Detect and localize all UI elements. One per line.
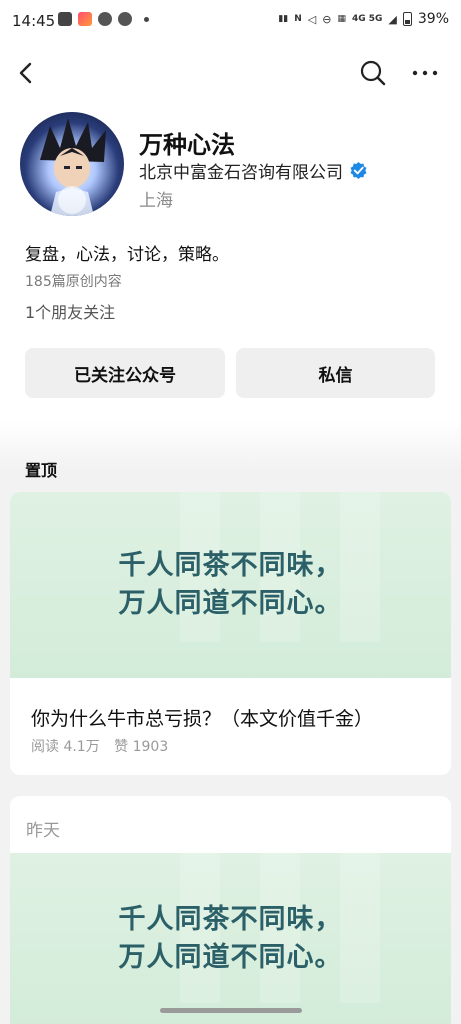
status-bar: 14:45 ▮▮ N ◁ ⊖ ▦ 4G 5G ◢ 39% — [0, 0, 461, 42]
cover-line-1: 千人同茶不同味， — [118, 903, 343, 935]
status-right-icons: ▮▮ N ◁ ⊖ ▦ 4G 5G ◢ 39% — [278, 11, 449, 27]
wechat-notification-icon — [118, 12, 132, 26]
more-notifications-dot — [144, 16, 149, 22]
dnd-icon: ⊖ — [322, 12, 332, 26]
status-time: 14:45 — [12, 12, 56, 30]
article-cover: 千人同茶不同味， 万人同道不同心。 — [10, 853, 451, 1024]
home-indicator[interactable] — [160, 1008, 302, 1013]
pinned-article-card[interactable]: 千人同茶不同味， 万人同道不同心。 你为什么牛市总亏损？（本文价值千金） 阅读 … — [10, 492, 451, 775]
cover-line-2: 万人同道不同心。 — [118, 941, 343, 973]
article-meta: 阅读 4.1万 赞 1903 — [31, 736, 168, 756]
avatar-illustration — [40, 118, 106, 216]
company-line[interactable]: 北京中富金石咨询有限公司 — [139, 158, 368, 183]
battery-text: 39% — [417, 11, 449, 27]
nfc-icon: N — [294, 13, 302, 24]
mute-icon: ◁ — [307, 12, 317, 26]
cover-line-2: 万人同道不同心。 — [118, 588, 343, 619]
article-cover: 千人同茶不同味， 万人同道不同心。 — [10, 492, 451, 678]
date-label: 昨天 — [26, 821, 60, 841]
chevron-left-icon — [19, 62, 32, 84]
nav-bar — [0, 52, 461, 96]
network-label: 4G 5G — [351, 13, 383, 24]
account-avatar[interactable] — [20, 112, 124, 216]
account-bio: 复盘，心法，讨论，策略。 — [25, 245, 229, 265]
pinned-section-label: 置顶 — [25, 461, 58, 480]
status-notification-icons — [58, 12, 149, 26]
search-button[interactable] — [358, 58, 388, 88]
friends-follow[interactable]: 1个朋友关注 — [25, 299, 115, 323]
recent-article-card[interactable]: 昨天 千人同茶不同味， 万人同道不同心。 — [10, 796, 451, 1024]
search-icon — [360, 60, 386, 86]
company-name: 北京中富金石咨询有限公司 — [139, 163, 343, 183]
read-count: 阅读 4.1万 — [31, 739, 100, 755]
account-name: 万种心法 — [139, 131, 235, 159]
article-count: 185篇原创内容 — [25, 274, 122, 290]
speed-indicator-icon: ▮▮ — [278, 13, 289, 24]
verified-badge-icon — [350, 161, 367, 180]
message-notification-icon — [58, 12, 72, 26]
hd-icon: ▦ — [337, 13, 346, 24]
message-button[interactable]: 私信 — [236, 348, 435, 398]
cover-line-1: 千人同茶不同味， — [118, 550, 343, 581]
like-count: 赞 1903 — [114, 739, 169, 755]
bilibili-notification-icon — [98, 12, 112, 26]
app-notification-icon — [78, 12, 92, 26]
followed-button[interactable]: 已关注公众号 — [25, 348, 225, 398]
signal-icon: ◢ — [388, 12, 397, 26]
article-title: 你为什么牛市总亏损？（本文价值千金） — [31, 708, 374, 730]
battery-icon — [402, 12, 412, 26]
location: 上海 — [139, 191, 173, 211]
more-button[interactable] — [408, 58, 442, 88]
more-horizontal-icon — [412, 70, 438, 76]
back-button[interactable] — [12, 58, 42, 88]
